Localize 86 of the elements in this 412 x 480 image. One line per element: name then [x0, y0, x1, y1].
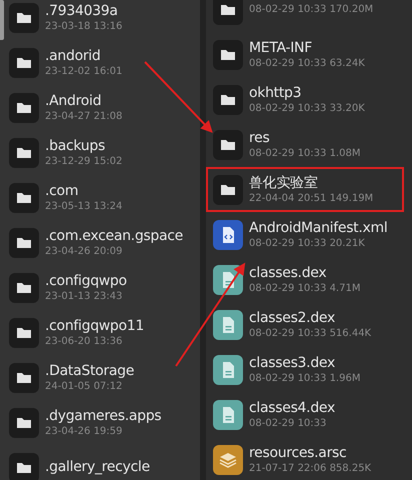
file-name: classes2.dex: [249, 310, 336, 326]
file-details: 08-02-29 10:33 63.24K: [249, 56, 365, 70]
file-name: res: [249, 130, 270, 146]
folder-icon: [9, 48, 39, 78]
folder-icon: [213, 40, 243, 70]
file-name: .configqwpo: [45, 272, 127, 290]
folder-icon: [213, 84, 243, 114]
file-details: 08-02-29 10:33: [249, 416, 328, 430]
folder-icon: [9, 362, 39, 392]
file-row[interactable]: 兽化实验室 22-04-04 20:51 149.19M: [206, 167, 404, 212]
file-row[interactable]: classes2.dex 08-02-29 10:33 516.44K: [206, 302, 412, 347]
file-name: .backups: [45, 138, 106, 154]
file-name: okhttp3: [249, 84, 302, 102]
file-details: 23-12-02 16:01: [45, 64, 122, 78]
file-row[interactable]: META-INF 08-02-29 10:33 63.24K: [206, 32, 412, 77]
folder-icon: [213, 0, 243, 24]
folder-icon: [9, 408, 39, 438]
file-details: 23-04-27 21:08: [45, 110, 122, 122]
file-row[interactable]: .dygameres.apps 23-04-26 19:59: [0, 400, 200, 445]
folder-icon: [9, 318, 39, 348]
file-row[interactable]: .com 23-05-13 13:24: [0, 175, 200, 220]
file-name: 兽化实验室: [249, 174, 319, 192]
file-row[interactable]: 08-02-29 10:33 170.20M: [206, 0, 412, 32]
file-name: .com: [45, 182, 80, 200]
file-details: 22-04-04 20:51 149.19M: [249, 192, 374, 204]
file-row[interactable]: classes3.dex 08-02-29 10:33 1.96M: [206, 347, 412, 392]
file-details: 23-12-29 15:02: [45, 154, 122, 168]
file-row[interactable]: .andorid 23-12-02 16:01: [0, 40, 200, 85]
file-details: 23-05-13 13:24: [45, 200, 122, 212]
file-name: AndroidManifest.xml: [249, 220, 388, 236]
file-details: 08-02-29 10:33 1.08M: [249, 146, 360, 160]
folder-icon: [9, 228, 39, 258]
folder-icon: [9, 2, 39, 32]
file-details: 08-02-29 10:33 516.44K: [249, 326, 372, 340]
file-name: .gallery_recycle: [45, 459, 150, 476]
arrow-drawing: [144, 61, 213, 133]
file-details: 08-02-29 10:33 20.21K: [249, 236, 366, 250]
file-details: 23-06-20 13:36: [45, 334, 124, 348]
file-row[interactable]: res 08-02-29 10:33 1.08M: [206, 122, 412, 167]
file-row[interactable]: .configqwpo11 23-06-20 13:36: [0, 310, 200, 355]
file-name: .com.excean.gspace: [45, 228, 183, 244]
file-row[interactable]: classes4.dex 08-02-29 10:33: [206, 392, 412, 437]
file-row[interactable]: resources.arsc 21-07-17 22:06 858.25K: [206, 437, 412, 480]
file-row[interactable]: .configqwpo 23-01-13 23:43: [0, 265, 200, 310]
file-icon: [213, 400, 243, 430]
file-name: classes4.dex: [249, 400, 335, 416]
folder-icon: [213, 174, 243, 204]
file-row[interactable]: .com.excean.gspace 23-04-26 20:09: [0, 220, 200, 265]
folder-icon: [9, 92, 39, 122]
file-name: .configqwpo11: [45, 318, 144, 334]
file-name: META-INF: [249, 40, 313, 56]
folder-icon: [9, 182, 39, 212]
file-name: .andorid: [45, 48, 102, 64]
file-name: .7934039a: [45, 2, 119, 20]
file-row[interactable]: AndroidManifest.xml 08-02-29 10:33 20.21K: [206, 212, 412, 257]
file-row[interactable]: .7934039a 23-03-18 13:16: [0, 0, 200, 40]
file-name: .Android: [45, 92, 102, 110]
file-row[interactable]: .gallery_recycle: [0, 445, 200, 480]
file-details: 08-02-29 10:33 4.71M: [249, 282, 360, 294]
file-details: 08-02-29 10:33 1.96M: [249, 372, 360, 384]
folder-icon: [9, 272, 39, 302]
layers-icon: [213, 444, 243, 474]
file-details: 23-03-18 13:16: [45, 20, 122, 32]
file-details: 08-02-29 10:33 33.20K: [249, 102, 365, 114]
file-name: .dygameres.apps: [45, 408, 162, 424]
folder-icon: [9, 138, 39, 168]
file-name: classes.dex: [249, 264, 328, 282]
file-row[interactable]: classes.dex 08-02-29 10:33 4.71M: [206, 257, 412, 302]
file-details: 08-02-29 10:33 170.20M: [249, 3, 374, 16]
file-icon: [213, 310, 243, 340]
file-row[interactable]: .backups 23-12-29 15:02: [0, 130, 200, 175]
file-row[interactable]: .DataStorage 24-01-05 07:12: [0, 355, 200, 400]
file-name: .DataStorage: [45, 362, 134, 380]
file-icon: [213, 354, 243, 384]
file-details: 23-01-13 23:43: [45, 290, 124, 302]
file-details: 24-01-05 07:12: [45, 380, 124, 392]
scroll-thumb[interactable]: [0, 0, 4, 40]
file-details: 23-04-26 19:59: [45, 424, 124, 438]
folder-icon: [213, 130, 243, 160]
file-row[interactable]: .Android 23-04-27 21:08: [0, 85, 200, 130]
file-details: 23-04-26 20:09: [45, 244, 124, 258]
file-row[interactable]: okhttp3 08-02-29 10:33 33.20K: [206, 77, 412, 122]
file-name: classes3.dex: [249, 354, 336, 372]
file-name: resources.arsc: [249, 444, 348, 462]
code-file-icon: [213, 220, 243, 250]
file-details: 21-07-17 22:06 858.25K: [249, 462, 372, 474]
